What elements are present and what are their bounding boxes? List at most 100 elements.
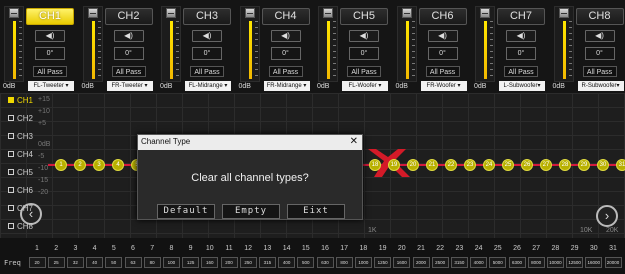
phase-field[interactable]: 0° xyxy=(349,47,379,60)
filter-button[interactable]: All Pass xyxy=(268,66,303,77)
channel-checkbox-5[interactable]: CH5 xyxy=(8,168,33,177)
channel-select-button[interactable]: CH2 xyxy=(104,8,153,25)
channel-type-select[interactable]: FL-Tweeter ▾ xyxy=(28,81,74,91)
default-button[interactable]: Default xyxy=(157,204,215,219)
band-freq-field[interactable]: 1000 xyxy=(354,257,372,268)
channel-select-button[interactable]: CH4 xyxy=(261,8,310,25)
filter-button[interactable]: All Pass xyxy=(347,66,381,77)
mute-button[interactable]: ◀) xyxy=(349,30,379,42)
volume-fader[interactable] xyxy=(161,6,181,82)
channel-checkbox-7[interactable]: CH7 xyxy=(8,204,33,213)
band-freq-field[interactable]: 2000 xyxy=(412,257,430,268)
mute-button[interactable]: ◀) xyxy=(506,30,536,42)
empty-button[interactable]: Empty xyxy=(222,204,280,219)
volume-fader[interactable] xyxy=(553,6,574,82)
eq-point[interactable]: 4 xyxy=(112,159,124,171)
channel-checkbox-3[interactable]: CH3 xyxy=(8,132,33,141)
checkbox[interactable] xyxy=(8,205,14,211)
phase-field[interactable]: 0° xyxy=(506,47,536,60)
band-freq-field[interactable]: 50 xyxy=(105,257,123,268)
band-freq-field[interactable]: 32 xyxy=(66,257,84,268)
filter-button[interactable]: All Pass xyxy=(190,66,224,77)
band-freq-field[interactable]: 315 xyxy=(258,257,276,268)
scroll-right-button[interactable]: › xyxy=(596,205,618,227)
filter-button[interactable]: All Pass xyxy=(111,66,146,77)
volume-fader[interactable] xyxy=(4,6,24,82)
volume-fader[interactable] xyxy=(396,6,417,82)
mute-button[interactable]: ◀) xyxy=(192,30,222,42)
channel-select-button[interactable]: CH3 xyxy=(183,8,231,25)
band-freq-field[interactable]: 6300 xyxy=(508,257,526,268)
channel-select-button[interactable]: CH7 xyxy=(497,8,545,25)
fader-knob[interactable] xyxy=(87,8,98,18)
channel-select-button[interactable]: CH8 xyxy=(575,8,624,25)
channel-checkbox-8[interactable]: CH8 xyxy=(8,222,33,231)
checkbox[interactable] xyxy=(8,187,14,193)
channel-type-select[interactable]: FR-Midrange ▾ xyxy=(263,81,310,91)
eq-point[interactable]: 26 xyxy=(521,159,533,171)
eq-point[interactable]: 3 xyxy=(93,159,105,171)
band-freq-field[interactable]: 5000 xyxy=(489,257,507,268)
exit-button[interactable]: Eixt xyxy=(287,204,345,219)
band-freq-field[interactable]: 12500 xyxy=(566,257,584,268)
filter-button[interactable]: All Pass xyxy=(33,66,67,77)
channel-checkbox-2[interactable]: CH2 xyxy=(8,114,33,123)
checkbox[interactable] xyxy=(8,223,14,229)
filter-button[interactable]: All Pass xyxy=(504,66,538,77)
filter-button[interactable]: All Pass xyxy=(582,66,617,77)
volume-fader[interactable] xyxy=(82,6,103,82)
eq-point[interactable]: 28 xyxy=(559,159,571,171)
band-freq-field[interactable]: 40 xyxy=(86,257,104,268)
eq-point[interactable]: 24 xyxy=(483,159,495,171)
volume-fader[interactable] xyxy=(475,6,495,82)
eq-point[interactable]: 30 xyxy=(597,159,609,171)
band-freq-field[interactable]: 25 xyxy=(47,257,65,268)
fader-knob[interactable] xyxy=(244,8,255,18)
channel-type-select[interactable]: FL-Woofer ▾ xyxy=(342,81,388,91)
band-freq-field[interactable]: 200 xyxy=(220,257,238,268)
band-freq-field[interactable]: 500 xyxy=(297,257,315,268)
fader-knob[interactable] xyxy=(166,8,176,18)
checkbox[interactable] xyxy=(8,115,14,121)
band-freq-field[interactable]: 63 xyxy=(124,257,142,268)
band-freq-field[interactable]: 16000 xyxy=(585,257,603,268)
phase-field[interactable]: 0° xyxy=(192,47,222,60)
channel-type-select[interactable]: FL-Midrange ▾ xyxy=(185,81,231,91)
mute-button[interactable]: ◀) xyxy=(35,30,65,42)
band-freq-field[interactable]: 800 xyxy=(335,257,353,268)
eq-point[interactable]: 25 xyxy=(502,159,514,171)
mute-button[interactable]: ◀) xyxy=(113,30,144,42)
mute-button[interactable]: ◀) xyxy=(427,30,458,42)
phase-field[interactable]: 0° xyxy=(427,47,458,60)
band-freq-field[interactable]: 3150 xyxy=(450,257,468,268)
band-freq-field[interactable]: 20 xyxy=(28,257,46,268)
channel-checkbox-1[interactable]: CH1 xyxy=(8,96,33,105)
band-freq-field[interactable]: 400 xyxy=(278,257,296,268)
eq-point[interactable]: 27 xyxy=(540,159,552,171)
eq-point[interactable]: 22 xyxy=(445,159,457,171)
mute-button[interactable]: ◀) xyxy=(270,30,301,42)
phase-field[interactable]: 0° xyxy=(113,47,144,60)
band-freq-field[interactable]: 2500 xyxy=(431,257,449,268)
channel-checkbox-4[interactable]: CH4 xyxy=(8,150,33,159)
channel-checkbox-6[interactable]: CH6 xyxy=(8,186,33,195)
fader-knob[interactable] xyxy=(558,8,569,18)
band-freq-field[interactable]: 100 xyxy=(162,257,180,268)
checkbox[interactable] xyxy=(8,133,14,139)
channel-select-button[interactable]: CH6 xyxy=(418,8,467,25)
eq-point[interactable]: 20 xyxy=(407,159,419,171)
eq-point[interactable]: 31 xyxy=(616,159,625,171)
fader-knob[interactable] xyxy=(9,8,19,18)
band-freq-field[interactable]: 80 xyxy=(143,257,161,268)
mute-button[interactable]: ◀) xyxy=(584,30,615,42)
channel-select-button[interactable]: CH1 xyxy=(26,8,74,25)
eq-point[interactable]: 23 xyxy=(464,159,476,171)
eq-point[interactable]: 18 xyxy=(369,159,381,171)
eq-point[interactable]: 29 xyxy=(578,159,590,171)
phase-field[interactable]: 0° xyxy=(270,47,301,60)
band-freq-field[interactable]: 250 xyxy=(239,257,257,268)
checkbox[interactable] xyxy=(8,169,14,175)
band-freq-field[interactable]: 20000 xyxy=(604,257,622,268)
fader-knob[interactable] xyxy=(401,8,412,18)
phase-field[interactable]: 0° xyxy=(584,47,615,60)
